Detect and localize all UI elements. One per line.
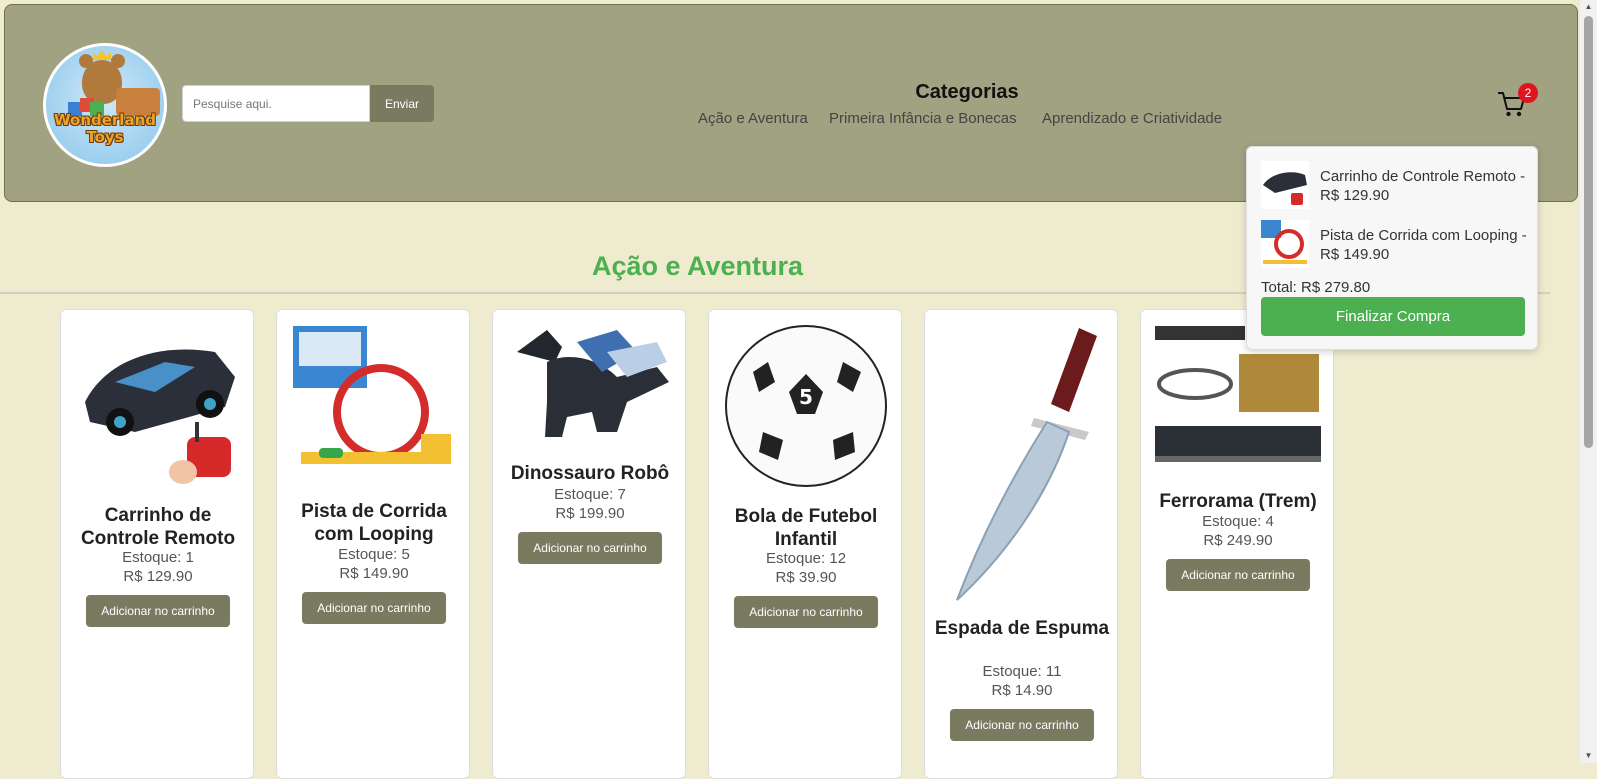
logo-text: Wonderland Toys — [46, 112, 164, 146]
add-to-cart-button[interactable]: Adicionar no carrinho — [302, 592, 446, 624]
section-title: Ação e Aventura — [591, 251, 804, 281]
product-card: 5 Bola de Futebol Infantil Estoque: 12 R… — [708, 309, 902, 779]
product-price: R$ 149.90 — [339, 565, 409, 582]
scroll-up-arrow-icon[interactable]: ▲ — [1580, 0, 1597, 14]
scrollbar-thumb[interactable] — [1584, 16, 1593, 448]
category-link-aprendizado[interactable]: Aprendizado e Criatividade — [1042, 110, 1222, 127]
search-submit-button[interactable]: Enviar — [370, 85, 434, 122]
product-stock: Estoque: 1 — [122, 549, 194, 566]
product-stock: Estoque: 7 — [554, 486, 626, 503]
product-card: Pista de Corrida com Looping Estoque: 5 … — [276, 309, 470, 779]
product-stock: Estoque: 4 — [1202, 513, 1274, 530]
product-name: Dinossauro Robô — [510, 463, 670, 484]
cart-item-thumbnail — [1261, 220, 1309, 268]
add-to-cart-button[interactable]: Adicionar no carrinho — [734, 596, 878, 628]
cart-dropdown: Carrinho de Controle Remoto - R$ 129.90 … — [1246, 146, 1538, 350]
product-name: Bola de Futebol Infantil — [734, 506, 878, 550]
cart-item-text: Pista de Corrida com Looping - R$ 149.90 — [1320, 227, 1527, 263]
soccer-ball-image: 5 — [725, 325, 887, 487]
product-price: R$ 14.90 — [991, 682, 1053, 699]
cart-total: Total: R$ 279.80 — [1261, 279, 1371, 296]
product-stock: Estoque: 12 — [765, 550, 847, 567]
category-link-acao-aventura[interactable]: Ação e Aventura — [698, 110, 808, 127]
product-stock: Estoque: 5 — [338, 546, 410, 563]
cart-item-text: Carrinho de Controle Remoto - R$ 129.90 — [1320, 168, 1526, 204]
product-name: Espada de Espuma — [934, 618, 1110, 639]
product-price: R$ 199.90 — [555, 505, 625, 522]
product-price: R$ 129.90 — [123, 568, 193, 585]
add-to-cart-button[interactable]: Adicionar no carrinho — [950, 709, 1094, 741]
page-scrollbar[interactable]: ▲ ▼ — [1580, 0, 1597, 763]
product-name: Pista de Corrida com Looping — [301, 501, 447, 545]
add-to-cart-button[interactable]: Adicionar no carrinho — [1166, 559, 1310, 591]
logo-text-line-1: Wonderland — [54, 111, 156, 129]
product-stock: Estoque: 11 — [982, 663, 1062, 680]
categories-title: Categorias — [915, 81, 1019, 103]
search-input[interactable] — [182, 85, 370, 122]
logo-text-line-2: Toys — [86, 128, 124, 146]
cart-count-badge: 2 — [1518, 83, 1538, 103]
category-link-primeira-infancia[interactable]: Primeira Infância e Bonecas — [829, 110, 1017, 127]
foam-sword-image — [956, 328, 1097, 601]
race-track-image — [293, 326, 451, 464]
product-name: Carrinho de Controle Remoto — [80, 505, 236, 549]
product-card: Espada de Espuma Estoque: 11 R$ 14.90 Ad… — [924, 309, 1118, 779]
product-price: R$ 39.90 — [775, 569, 837, 586]
cart-item[interactable]: Carrinho de Controle Remoto - R$ 129.90 — [1261, 161, 1531, 211]
add-to-cart-button[interactable]: Adicionar no carrinho — [518, 532, 662, 564]
add-to-cart-button[interactable]: Adicionar no carrinho — [86, 595, 230, 627]
cart-item[interactable]: Pista de Corrida com Looping - R$ 149.90 — [1261, 220, 1531, 270]
svg-text:5: 5 — [799, 385, 813, 409]
rc-car-image — [85, 349, 235, 484]
checkout-button[interactable]: Finalizar Compra — [1261, 297, 1525, 336]
product-card: Ferrorama (Trem) Estoque: 4 R$ 249.90 Ad… — [1140, 309, 1334, 779]
product-card: Dinossauro Robô Estoque: 7 R$ 199.90 Adi… — [492, 309, 686, 779]
robot-dinosaur-image — [517, 330, 669, 437]
wonderland-toys-logo[interactable]: Wonderland Toys — [43, 43, 167, 167]
product-name: Ferrorama (Trem) — [1159, 491, 1317, 512]
product-price: R$ 249.90 — [1203, 532, 1273, 549]
product-card: Carrinho de Controle Remoto Estoque: 1 R… — [60, 309, 254, 779]
cart-item-thumbnail — [1261, 161, 1309, 209]
scroll-down-arrow-icon[interactable]: ▼ — [1580, 749, 1597, 763]
crown-icon — [93, 50, 111, 60]
